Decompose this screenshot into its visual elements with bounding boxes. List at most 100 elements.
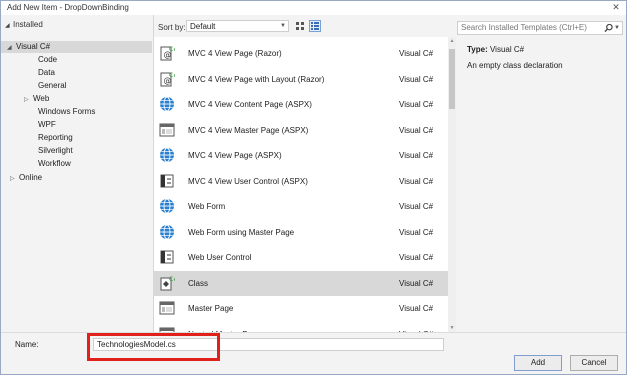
- razor-page-icon: @C#: [159, 45, 178, 61]
- tree-item-code[interactable]: Code: [38, 55, 57, 66]
- user-control-icon: [159, 249, 175, 265]
- template-row[interactable]: Web Form using Master Page Visual C#: [154, 220, 448, 245]
- template-name: MVC 4 View Page (Razor): [188, 49, 282, 58]
- tree-item-label: WPF: [38, 120, 56, 129]
- tree-item-online[interactable]: ▷ Online: [10, 173, 42, 184]
- collapse-triangle-icon[interactable]: ◢: [5, 22, 13, 29]
- tree-item-windows-forms[interactable]: Windows Forms: [38, 107, 95, 118]
- type-value: Visual C#: [489, 45, 525, 54]
- tree-item-reporting[interactable]: Reporting: [38, 133, 73, 144]
- name-field-annotation-box: [87, 333, 220, 361]
- template-row[interactable]: @C# MVC 4 View Page with Layout (Razor) Vi…: [154, 67, 448, 92]
- search-options-chevron-icon[interactable]: ▼: [614, 22, 620, 34]
- template-row[interactable]: @C# MVC 4 View Page (Razor) Visual C#: [154, 41, 448, 66]
- template-type: Type: Visual C#: [467, 45, 524, 54]
- template-name: Web Form: [188, 202, 226, 211]
- search-placeholder: Search Installed Templates (Ctrl+E): [461, 23, 587, 32]
- template-row[interactable]: MVC 4 View User Control (ASPX) Visual C#: [154, 169, 448, 194]
- tree-item-visual-csharp[interactable]: ◢ Visual C#: [7, 42, 50, 53]
- list-view-icon: [311, 22, 319, 30]
- template-name: MVC 4 View Page with Layout (Razor): [188, 74, 325, 84]
- medium-icons-view-button[interactable]: [294, 20, 306, 32]
- tree-header-label: Installed: [13, 20, 43, 29]
- type-label: Type:: [467, 45, 488, 54]
- svg-text:C#: C#: [169, 46, 175, 53]
- tree-item-label: Data: [38, 68, 55, 77]
- template-language: Visual C#: [399, 227, 434, 237]
- template-row[interactable]: Nested Master PageVisual C#: [154, 322, 448, 332]
- cancel-button[interactable]: Cancel: [570, 355, 618, 371]
- dialog-footer: Name: Add Cancel: [1, 332, 626, 374]
- sort-value: Default: [190, 22, 216, 31]
- globe-icon: [159, 224, 175, 240]
- template-row[interactable]: Master Page Visual C#: [154, 296, 448, 321]
- template-language: Visual C#: [399, 278, 434, 288]
- template-language: Visual C#: [399, 202, 434, 211]
- template-details-pane: Search Installed Templates (Ctrl+E) ▼ Ty…: [457, 15, 626, 332]
- template-language: Visual C#: [399, 125, 434, 135]
- tree-item-web[interactable]: ▷ Web: [24, 94, 49, 105]
- template-category-tree: ◢ Installed ◢ Visual C# Code Data General ▷ We…: [1, 15, 154, 332]
- template-name: MVC 4 View User Control (ASPX): [188, 176, 308, 186]
- template-name: Web Form using Master Page: [188, 227, 295, 237]
- grid-view-icon: [296, 22, 304, 30]
- svg-text:C#: C#: [169, 276, 175, 283]
- template-language: Visual C#: [399, 151, 434, 160]
- search-input[interactable]: Search Installed Templates (Ctrl+E) ▼: [457, 21, 623, 35]
- razor-page-icon: @C#: [159, 71, 178, 87]
- scroll-up-icon[interactable]: ▲: [448, 37, 456, 45]
- title-bar: Add New Item - DropDownBinding ✕: [1, 1, 626, 15]
- add-new-item-dialog: Add New Item - DropDownBinding ✕ ◢ Instal…: [0, 0, 627, 375]
- tree-header-installed[interactable]: ◢ Installed: [5, 20, 43, 32]
- template-row[interactable]: C# Class Visual C#: [154, 270, 448, 296]
- tree-item-label: General: [38, 81, 67, 90]
- template-name: MVC 4 View Content Page (ASPX): [188, 100, 312, 109]
- tree-item-label: Windows Forms: [38, 107, 96, 116]
- name-label: Name:: [15, 340, 39, 349]
- globe-icon: [159, 147, 175, 163]
- tree-item-label: Reporting: [38, 133, 73, 142]
- template-language: Visual C#: [399, 74, 434, 84]
- add-button[interactable]: Add: [514, 355, 562, 371]
- template-row[interactable]: MVC 4 View Content Page (ASPX) Visual C#: [154, 92, 448, 117]
- master-page-icon: [159, 122, 175, 138]
- template-list: @C# MVC 4 View Page (Razor) Visual C# @C# MV…: [154, 41, 448, 332]
- template-language: Visual C#: [399, 253, 434, 262]
- scroll-down-icon[interactable]: ▼: [448, 324, 456, 332]
- template-row[interactable]: Web User Control Visual C#: [154, 245, 448, 270]
- tree-item-data[interactable]: Data: [38, 68, 55, 79]
- sort-toolbar: Sort by: Default ▼: [154, 15, 456, 37]
- tree-item-silverlight[interactable]: Silverlight: [38, 146, 73, 157]
- close-icon[interactable]: ✕: [610, 2, 622, 13]
- tree-item-wpf[interactable]: WPF: [38, 120, 56, 131]
- chevron-down-icon: ▼: [280, 23, 286, 29]
- template-description: An empty class declaration: [467, 61, 563, 70]
- template-name: Web User Control: [188, 253, 252, 262]
- template-row[interactable]: MVC 4 View Page (ASPX) Visual C#: [154, 143, 448, 168]
- template-name: MVC 4 View Page (ASPX): [188, 151, 282, 160]
- tree-item-label: Silverlight: [38, 146, 73, 155]
- globe-icon: [159, 198, 175, 214]
- template-list-pane: Sort by: Default ▼ @C# MVC 4 View Page (R…: [154, 15, 456, 332]
- user-control-icon: [159, 173, 175, 189]
- template-name: Master Page: [188, 304, 234, 313]
- scrollbar-thumb[interactable]: [449, 49, 455, 109]
- sort-dropdown[interactable]: Default ▼: [186, 20, 289, 32]
- collapsed-triangle-icon[interactable]: ▷: [10, 175, 19, 182]
- template-language: Visual C#: [399, 49, 434, 58]
- template-list-scrollbar[interactable]: ▲ ▼: [448, 37, 456, 332]
- collapsed-triangle-icon[interactable]: ▷: [24, 96, 33, 103]
- tree-item-label: Visual C#: [16, 42, 51, 51]
- template-row[interactable]: Web Form Visual C#: [154, 194, 448, 219]
- tree-item-workflow[interactable]: Workflow: [38, 159, 71, 170]
- template-language: Visual C#: [399, 100, 434, 109]
- template-row[interactable]: MVC 4 View Master Page (ASPX) Visual C#: [154, 118, 448, 143]
- expanded-triangle-icon[interactable]: ◢: [7, 44, 16, 51]
- details-view-button[interactable]: [309, 20, 321, 32]
- template-language: Visual C#: [399, 176, 434, 186]
- sort-label: Sort by:: [158, 23, 186, 32]
- globe-icon: [159, 96, 175, 112]
- search-icon[interactable]: [604, 23, 613, 33]
- tree-item-general[interactable]: General: [38, 81, 66, 92]
- class-icon: C#: [159, 275, 178, 291]
